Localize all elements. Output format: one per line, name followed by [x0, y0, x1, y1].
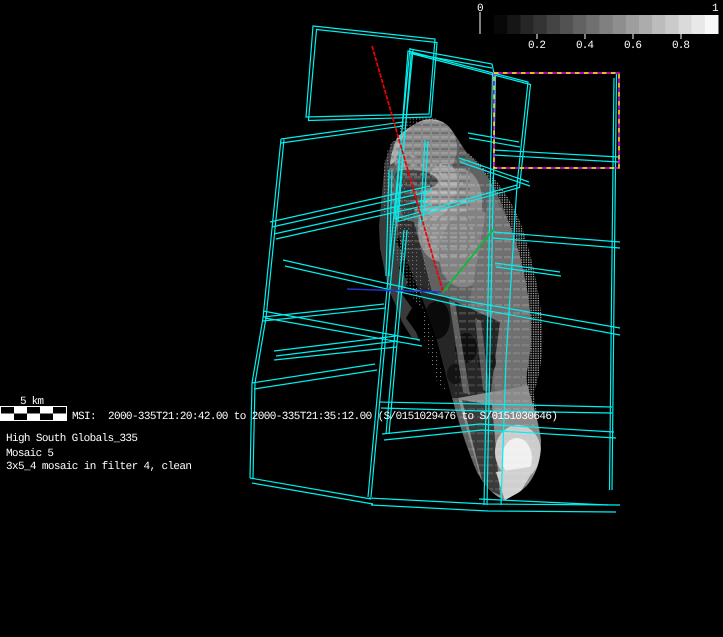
svg-text:0.4: 0.4: [576, 40, 594, 52]
svg-text:3x5_4 mosaic in filter 4, clea: 3x5_4 mosaic in filter 4, clean: [6, 461, 192, 473]
svg-text:5 km: 5 km: [20, 396, 44, 408]
svg-text:0.8: 0.8: [672, 40, 690, 52]
svg-text:High South Globals_335: High South Globals_335: [6, 433, 138, 445]
svg-text:1: 1: [712, 3, 719, 15]
svg-text:0: 0: [477, 3, 484, 15]
svg-text:0.2: 0.2: [528, 40, 546, 52]
svg-text:0.6: 0.6: [624, 40, 642, 52]
svg-text:Mosaic 5: Mosaic 5: [6, 448, 54, 460]
svg-text:MSI: 2000-335T21:20:42.00 to: MSI: 2000-335T21:20:42.00 to 2000-335T21…: [72, 411, 558, 423]
